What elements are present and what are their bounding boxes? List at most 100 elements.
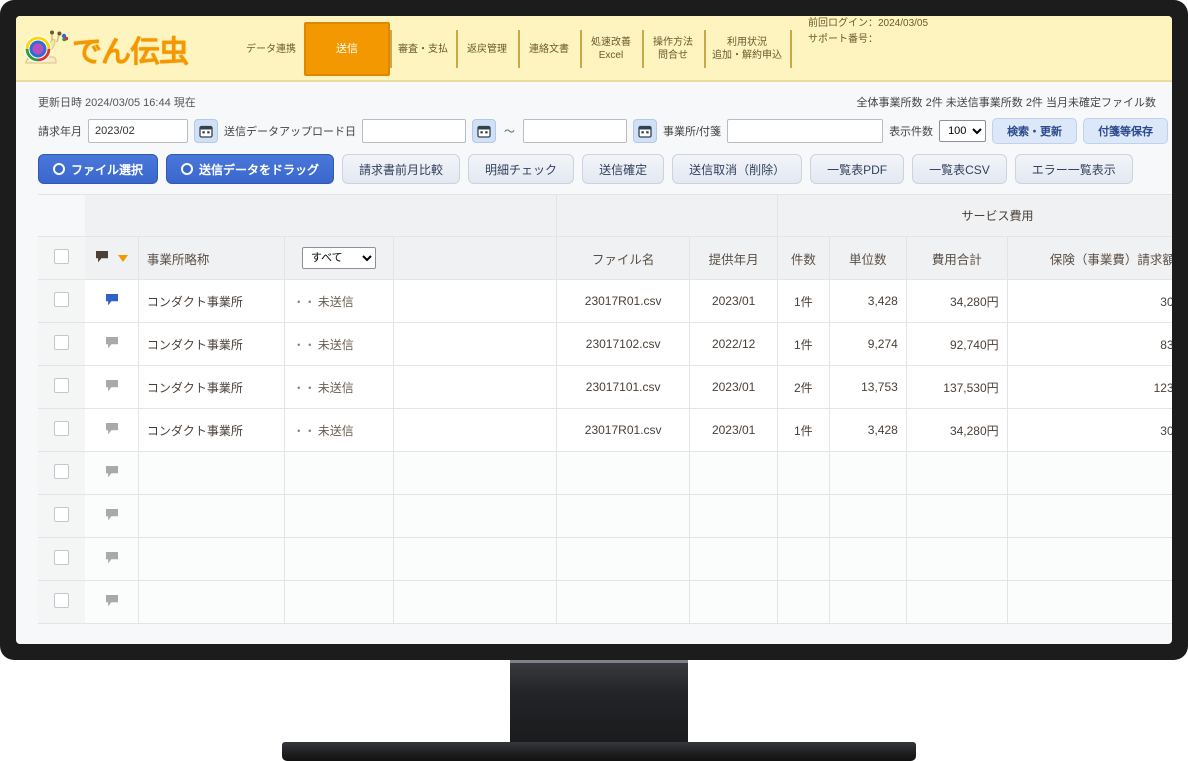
row-count: 2件: [778, 366, 830, 409]
row-select-cell[interactable]: [38, 495, 86, 538]
row-note-cell[interactable]: [85, 409, 139, 452]
tab-henrei-kanri[interactable]: 返戻管理: [456, 16, 518, 82]
send-cancel-button[interactable]: 送信取消（削除）: [672, 154, 803, 184]
row-checkbox[interactable]: [54, 464, 70, 479]
row-select-cell[interactable]: [38, 452, 86, 495]
header-note-cell[interactable]: [85, 237, 139, 280]
tab-renraku-bunsho[interactable]: 連絡文書: [518, 16, 580, 82]
office-filter-input[interactable]: [727, 119, 884, 143]
monitor-stand-base: [282, 742, 916, 761]
row-note-cell[interactable]: [85, 366, 139, 409]
row-select-cell[interactable]: [38, 581, 86, 624]
search-update-button[interactable]: 検索・更新: [992, 118, 1078, 144]
row-note-cell[interactable]: [85, 280, 139, 323]
tab-label: 利用状況: [727, 37, 767, 48]
billing-month-input[interactable]: [88, 119, 188, 143]
tab-soushin[interactable]: 送信: [304, 22, 390, 76]
list-pdf-button[interactable]: 一覧表PDF: [810, 154, 905, 184]
calendar-icon-upload-to[interactable]: [633, 119, 657, 143]
detail-check-button[interactable]: 明細チェック: [468, 154, 575, 184]
header-cost-total[interactable]: 費用合計: [906, 237, 1008, 280]
header-count[interactable]: 件数: [778, 237, 830, 280]
row-checkbox[interactable]: [54, 378, 70, 393]
header-office-name[interactable]: 事業所略称: [138, 237, 285, 280]
table-row[interactable]: [38, 495, 1172, 538]
upload-date-to-input[interactable]: [523, 119, 627, 143]
row-count: 1件: [778, 323, 830, 366]
row-note-cell[interactable]: [85, 538, 139, 581]
row-select-cell[interactable]: [38, 366, 86, 409]
note-bubble-icon[interactable]: [105, 551, 119, 567]
tab-shinsa-shiharai[interactable]: 審査・支払: [390, 16, 456, 82]
note-bubble-icon[interactable]: [105, 508, 119, 524]
tab-label: 送信: [336, 42, 358, 55]
tab-data-renkei[interactable]: データ連携: [238, 16, 304, 82]
row-checkbox[interactable]: [54, 335, 70, 350]
row-blank: [394, 581, 558, 624]
app-header: でん伝虫 データ連携 送信 審査・支払 返戻管理 連絡文書 処速改善 Excel…: [16, 16, 1172, 82]
prev-month-compare-button[interactable]: 請求書前月比較: [342, 154, 461, 184]
row-file-name: [557, 452, 691, 495]
table-row[interactable]: コンダクト事業所 ・・ 未送信 23017R01.csv 2023/01 1件 3,428 3…: [38, 409, 1172, 452]
header-provide-month[interactable]: 提供年月: [690, 237, 779, 280]
row-checkbox[interactable]: [54, 593, 70, 608]
row-file-name: [557, 538, 691, 581]
calendar-icon-billing-month[interactable]: [194, 119, 218, 143]
row-select-cell[interactable]: [38, 538, 86, 581]
header-select-all-cell[interactable]: [38, 237, 86, 280]
row-select-cell[interactable]: [38, 280, 86, 323]
row-file-name: 23017101.csv: [557, 366, 691, 409]
row-checkbox[interactable]: [54, 507, 70, 522]
row-note-cell[interactable]: [85, 495, 139, 538]
list-csv-button[interactable]: 一覧表CSV: [912, 154, 1007, 184]
tab-riyou-joukyou[interactable]: 利用状況 追加・解約申込: [704, 16, 790, 82]
row-provide-month: [690, 452, 779, 495]
header-claim-amount[interactable]: 保険（事業費）請求額: [1007, 237, 1172, 280]
info-line: 更新日時 2024/03/05 16:44 現在 全体事業所数 2件 未送信事業…: [16, 82, 1172, 114]
button-label: ファイル選択: [71, 162, 144, 177]
row-file-name: [557, 581, 691, 624]
table-row[interactable]: コンダクト事業所 ・・ 未送信 23017101.csv 2023/01 2件 13,753…: [38, 366, 1172, 409]
note-bubble-icon[interactable]: [105, 465, 119, 481]
header-units[interactable]: 単位数: [829, 237, 907, 280]
row-units: 3,428: [829, 409, 907, 452]
header-file-name[interactable]: ファイル名: [557, 237, 691, 280]
select-all-checkbox[interactable]: [54, 249, 70, 264]
row-note-cell[interactable]: [85, 452, 139, 495]
table-row[interactable]: コンダクト事業所 ・・ 未送信 23017102.csv 2022/12 1件 9,274 9…: [38, 323, 1172, 366]
tab-shosoku-kaizen-excel[interactable]: 処速改善 Excel: [580, 16, 642, 82]
row-note-cell[interactable]: [85, 581, 139, 624]
row-select-cell[interactable]: [38, 323, 86, 366]
note-bubble-icon[interactable]: [105, 422, 119, 438]
display-count-select[interactable]: 100: [939, 120, 987, 142]
tag-save-button[interactable]: 付箋等保存: [1083, 118, 1169, 144]
row-status: ・・ 未送信: [284, 409, 395, 452]
row-note-cell[interactable]: [85, 323, 139, 366]
row-checkbox[interactable]: [54, 421, 70, 436]
row-count: [778, 581, 830, 624]
row-checkbox[interactable]: [54, 292, 70, 307]
header-status-filter-cell[interactable]: すべて: [284, 237, 395, 280]
note-bubble-icon[interactable]: [105, 379, 119, 395]
status-filter-select[interactable]: すべて: [301, 247, 376, 269]
table-row[interactable]: [38, 452, 1172, 495]
file-select-button[interactable]: ファイル選択: [38, 154, 159, 184]
note-bubble-icon[interactable]: [105, 336, 119, 352]
note-bubble-icon[interactable]: [105, 293, 119, 309]
drag-send-data-button[interactable]: 送信データをドラッグ: [166, 154, 335, 184]
sort-descending-icon[interactable]: [117, 254, 128, 262]
row-file-name: 23017R01.csv: [557, 409, 691, 452]
error-list-button[interactable]: エラー一覧表示: [1014, 154, 1133, 184]
table-row[interactable]: [38, 581, 1172, 624]
table-row[interactable]: [38, 538, 1172, 581]
send-confirm-button[interactable]: 送信確定: [582, 154, 665, 184]
table-row[interactable]: コンダクト事業所 ・・ 未送信 23017R01.csv 2023/01 1件 3,428 3…: [38, 280, 1172, 323]
logo[interactable]: でん伝虫: [16, 16, 238, 82]
note-bubble-icon[interactable]: [105, 594, 119, 610]
calendar-icon-upload-from[interactable]: [472, 119, 496, 143]
row-blank: [394, 366, 558, 409]
row-select-cell[interactable]: [38, 409, 86, 452]
upload-date-from-input[interactable]: [362, 119, 466, 143]
row-checkbox[interactable]: [54, 550, 70, 565]
tab-sousa-houhou-toiawase[interactable]: 操作方法 問合せ: [642, 16, 704, 82]
